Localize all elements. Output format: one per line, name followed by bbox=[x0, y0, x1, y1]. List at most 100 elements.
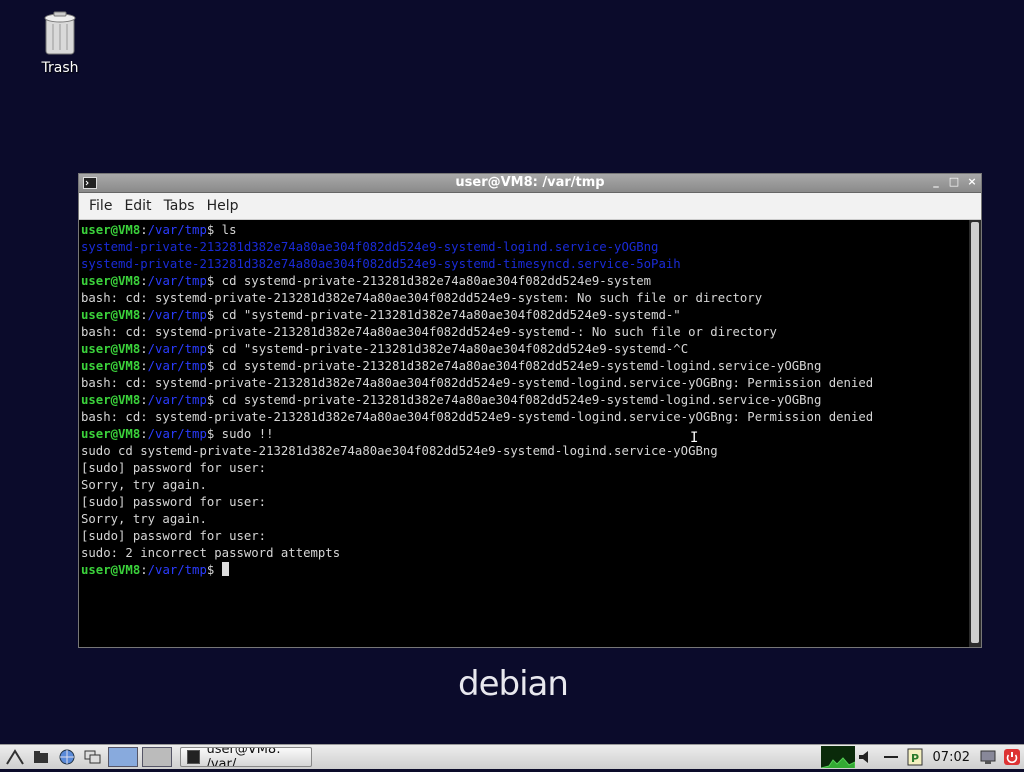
terminal-line: user@VM8:/var/tmp$ cd systemd-private-21… bbox=[81, 392, 967, 409]
prompt-sep: : bbox=[140, 308, 148, 322]
menu-bar: File Edit Tabs Help bbox=[79, 193, 981, 220]
taskbar-terminal-button[interactable]: user@VM8: /var/... bbox=[180, 747, 312, 767]
prompt-sep: : bbox=[140, 427, 148, 441]
output-text: bash: cd: systemd-private-213281d382e74a… bbox=[81, 325, 777, 339]
taskbar-terminal-label: user@VM8: /var/... bbox=[206, 747, 281, 767]
prompt-cmd: cd systemd-private-213281d382e74a80ae304… bbox=[214, 393, 822, 407]
prompt-path: /var/tmp bbox=[147, 274, 207, 288]
output-text: bash: cd: systemd-private-213281d382e74a… bbox=[81, 376, 874, 390]
terminal-line: Sorry, try again. bbox=[81, 477, 967, 494]
prompt-cmd: cd systemd-private-213281d382e74a80ae304… bbox=[214, 274, 652, 288]
workspace-1[interactable] bbox=[108, 747, 138, 767]
prompt-path: /var/tmp bbox=[147, 308, 207, 322]
terminal-line: [sudo] password for user: bbox=[81, 528, 967, 545]
directory-listing-entry: systemd-private-213281d382e74a80ae304f08… bbox=[81, 257, 681, 271]
prompt-user: user@VM8 bbox=[81, 563, 141, 577]
prompt-sep: : bbox=[140, 563, 148, 577]
prompt-sep: : bbox=[140, 342, 148, 356]
prompt-user: user@VM8 bbox=[81, 427, 141, 441]
prompt-path: /var/tmp bbox=[147, 393, 207, 407]
window-titlebar[interactable]: user@VM8: /var/tmp _ □ × bbox=[79, 174, 981, 193]
terminal-line: user@VM8:/var/tmp$ cd "systemd-private-2… bbox=[81, 341, 967, 358]
terminal-line: user@VM8:/var/tmp$ cd systemd-private-21… bbox=[81, 358, 967, 375]
output-text: Sorry, try again. bbox=[81, 478, 207, 492]
prompt-path: /var/tmp bbox=[147, 563, 207, 577]
prompt-user: user@VM8 bbox=[81, 342, 141, 356]
prompt-path: /var/tmp bbox=[147, 342, 207, 356]
window-title: user@VM8: /var/tmp bbox=[455, 175, 605, 190]
clock[interactable]: 07:02 bbox=[927, 750, 976, 765]
prompt-cmd: sudo !! bbox=[214, 427, 274, 441]
close-button[interactable]: × bbox=[965, 174, 979, 190]
maximize-button[interactable]: □ bbox=[947, 174, 961, 190]
output-text: [sudo] password for user: bbox=[81, 495, 267, 509]
prompt-sep: : bbox=[140, 393, 148, 407]
output-text: [sudo] password for user: bbox=[81, 461, 267, 475]
terminal-line: user@VM8:/var/tmp$ sudo !! bbox=[81, 426, 967, 443]
show-desktop-icon[interactable] bbox=[82, 747, 104, 767]
taskbar: user@VM8: /var/... P 07:02 bbox=[0, 744, 1024, 769]
prompt-path: /var/tmp bbox=[147, 223, 207, 237]
prompt-user: user@VM8 bbox=[81, 393, 141, 407]
output-text: bash: cd: systemd-private-213281d382e74a… bbox=[81, 291, 763, 305]
desktop: Trash debian user@VM8: /var/tmp _ □ × Fi… bbox=[0, 0, 1024, 744]
terminal-line: user@VM8:/var/tmp$ bbox=[81, 562, 967, 579]
menu-help[interactable]: Help bbox=[201, 198, 245, 214]
trash-desktop-icon[interactable]: Trash bbox=[30, 8, 90, 76]
ibeam-cursor-icon: I bbox=[690, 430, 699, 446]
output-text: [sudo] password for user: bbox=[81, 529, 267, 543]
svg-text:P: P bbox=[911, 752, 919, 765]
debian-wallpaper-logo: debian bbox=[458, 664, 569, 704]
output-text: bash: cd: systemd-private-213281d382e74a… bbox=[81, 410, 874, 424]
web-browser-icon[interactable] bbox=[56, 747, 78, 767]
menu-tabs[interactable]: Tabs bbox=[158, 198, 201, 214]
prompt-user: user@VM8 bbox=[81, 223, 141, 237]
start-menu-icon[interactable] bbox=[4, 747, 26, 767]
prompt-cmd bbox=[214, 563, 221, 577]
prompt-sep: : bbox=[140, 223, 148, 237]
system-tray: P 07:02 bbox=[820, 745, 1024, 769]
terminal-line: bash: cd: systemd-private-213281d382e74a… bbox=[81, 409, 967, 426]
terminal-line: bash: cd: systemd-private-213281d382e74a… bbox=[81, 375, 967, 392]
cpu-monitor[interactable] bbox=[820, 746, 856, 769]
output-text: Sorry, try again. bbox=[81, 512, 207, 526]
output-text: sudo: 2 incorrect password attempts bbox=[81, 546, 341, 560]
terminal-line: bash: cd: systemd-private-213281d382e74a… bbox=[81, 324, 967, 341]
prompt-path: /var/tmp bbox=[147, 427, 207, 441]
prompt-cmd: cd systemd-private-213281d382e74a80ae304… bbox=[214, 359, 822, 373]
terminal-line: [sudo] password for user: bbox=[81, 460, 967, 477]
terminal-icon bbox=[187, 750, 201, 764]
terminal-line: bash: cd: systemd-private-213281d382e74a… bbox=[81, 290, 967, 307]
volume-icon[interactable] bbox=[857, 747, 877, 767]
prompt-path: /var/tmp bbox=[147, 359, 207, 373]
text-cursor bbox=[221, 562, 229, 576]
scrollbar-thumb[interactable] bbox=[971, 222, 979, 643]
terminal-line: user@VM8:/var/tmp$ cd "systemd-private-2… bbox=[81, 307, 967, 324]
terminal-line: systemd-private-213281d382e74a80ae304f08… bbox=[81, 239, 967, 256]
clipboard-icon[interactable]: P bbox=[905, 747, 925, 767]
menu-edit[interactable]: Edit bbox=[118, 198, 157, 214]
lock-screen-icon[interactable] bbox=[978, 747, 998, 767]
prompt-cmd: cd "systemd-private-213281d382e74a80ae30… bbox=[214, 308, 681, 322]
power-icon[interactable] bbox=[1002, 747, 1022, 767]
workspace-2[interactable] bbox=[142, 747, 172, 767]
menu-file[interactable]: File bbox=[83, 198, 118, 214]
minimize-button[interactable]: _ bbox=[929, 174, 943, 190]
terminal-scrollbar[interactable] bbox=[969, 220, 981, 647]
terminal-output[interactable]: user@VM8:/var/tmp$ ls systemd-private-213… bbox=[79, 220, 969, 647]
prompt-cmd: cd "systemd-private-213281d382e74a80ae30… bbox=[214, 342, 689, 356]
prompt-cmd: ls bbox=[214, 223, 237, 237]
trash-label: Trash bbox=[41, 60, 79, 76]
network-icon[interactable] bbox=[881, 747, 901, 767]
terminal-line: user@VM8:/var/tmp$ ls bbox=[81, 222, 967, 239]
prompt-user: user@VM8 bbox=[81, 274, 141, 288]
prompt-user: user@VM8 bbox=[81, 308, 141, 322]
terminal-line: systemd-private-213281d382e74a80ae304f08… bbox=[81, 256, 967, 273]
prompt-sep: : bbox=[140, 359, 148, 373]
terminal-line: sudo cd systemd-private-213281d382e74a80… bbox=[81, 443, 967, 460]
prompt-sep: : bbox=[140, 274, 148, 288]
file-manager-icon[interactable] bbox=[30, 747, 52, 767]
terminal-line: [sudo] password for user: bbox=[81, 494, 967, 511]
terminal-window: user@VM8: /var/tmp _ □ × File Edit Tabs … bbox=[78, 173, 982, 648]
terminal-line: user@VM8:/var/tmp$ cd systemd-private-21… bbox=[81, 273, 967, 290]
